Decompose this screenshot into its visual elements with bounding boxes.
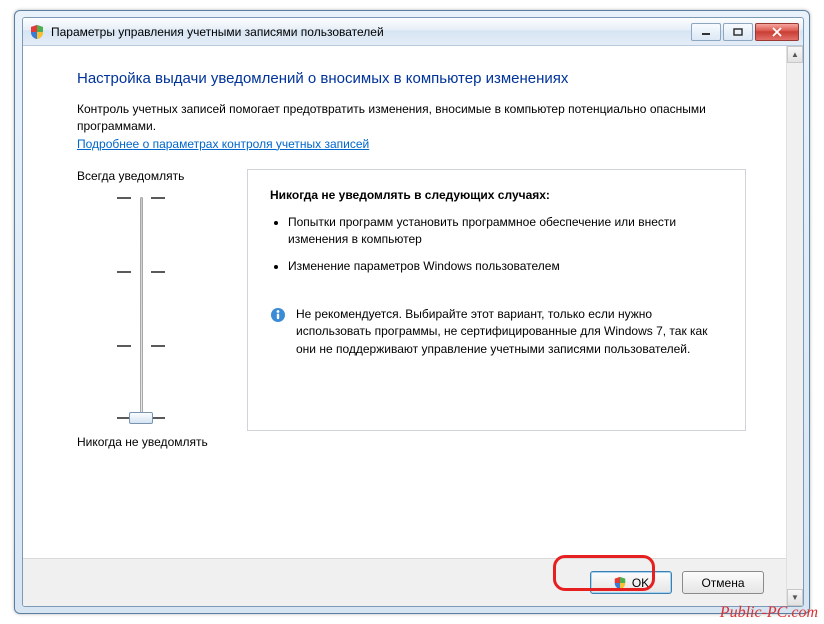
slider-top-label: Всегда уведомлять [77,169,247,183]
watermark: Public-PC.com [720,604,818,622]
close-button[interactable] [755,23,799,41]
ok-button[interactable]: OK [590,571,672,594]
info-bullet: Попытки программ установить программное … [288,214,723,249]
vertical-scrollbar[interactable]: ▲ ▼ [786,46,803,606]
window-title: Параметры управления учетными записями п… [51,25,689,39]
minimize-button[interactable] [691,23,721,41]
uac-slider[interactable] [111,191,171,427]
maximize-button[interactable] [723,23,753,41]
learn-more-link[interactable]: Подробнее о параметрах контроля учетных … [77,137,369,151]
page-heading: Настройка выдачи уведомлений о вносимых … [77,70,746,87]
scroll-up-button[interactable]: ▲ [787,46,803,63]
window-outer-frame: Параметры управления учетными записями п… [14,10,810,614]
client-area: Настройка выдачи уведомлений о вносимых … [23,46,803,606]
info-panel: Никогда не уведомлять в следующих случая… [247,169,746,431]
content-area: Настройка выдачи уведомлений о вносимых … [23,46,786,606]
shield-icon [29,24,45,40]
ok-button-label: OK [632,576,649,590]
slider-bottom-label: Никогда не уведомлять [77,435,247,449]
slider-track-line [140,197,143,421]
dialog-footer: OK Отмена [23,558,786,606]
info-title: Никогда не уведомлять в следующих случая… [270,188,723,202]
info-icon [270,307,286,323]
dialog-window: Параметры управления учетными записями п… [22,17,804,607]
page-intro: Контроль учетных записей помогает предот… [77,101,746,135]
shield-icon [613,576,627,590]
slider-thumb[interactable] [129,412,153,424]
titlebar[interactable]: Параметры управления учетными записями п… [23,18,803,46]
cancel-button[interactable]: Отмена [682,571,764,594]
info-bullet: Изменение параметров Windows пользовател… [288,258,723,275]
cancel-button-label: Отмена [701,576,744,590]
recommendation-text: Не рекомендуется. Выбирайте этот вариант… [296,306,723,358]
